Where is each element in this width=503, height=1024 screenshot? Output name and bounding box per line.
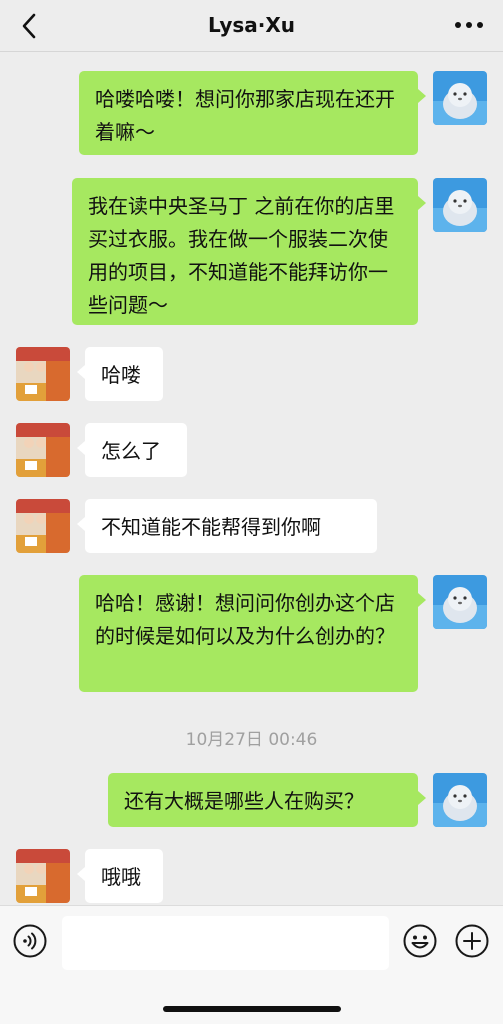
message-bubble-received[interactable]: 哈喽 <box>77 347 163 401</box>
chat-title: Lysa·Xu <box>207 13 296 37</box>
contact-avatar[interactable] <box>16 347 70 401</box>
ellipsis-icon[interactable] <box>453 14 485 36</box>
message-list[interactable]: 哈喽哈喽！想问你那家店现在还开着嘛～ 我在读中央圣马丁 之前在你的店里买过衣服。… <box>0 52 503 905</box>
my-avatar[interactable] <box>433 71 487 125</box>
message-bubble-sent[interactable]: 还有大概是哪些人在购买？ <box>108 773 426 827</box>
message-bubble-received[interactable]: 哦哦 <box>77 849 163 903</box>
voice-icon[interactable] <box>13 924 47 958</box>
message-bubble-received[interactable]: 怎么了 <box>77 423 187 477</box>
home-indicator <box>163 1006 341 1012</box>
message-bubble-sent[interactable]: 我在读中央圣马丁 之前在你的店里买过衣服。我在做一个服装二次使用的项目，不知道能… <box>72 178 426 325</box>
message-bubble-sent[interactable]: 哈喽哈喽！想问你那家店现在还开着嘛～ <box>79 71 426 155</box>
emoji-icon[interactable] <box>403 924 437 958</box>
plus-icon[interactable] <box>455 924 489 958</box>
contact-avatar[interactable] <box>16 499 70 553</box>
message-timestamp: 10月27日 00:46 <box>185 730 318 750</box>
my-avatar[interactable] <box>433 575 487 629</box>
my-avatar[interactable] <box>433 773 487 827</box>
contact-avatar[interactable] <box>16 423 70 477</box>
message-bubble-received[interactable]: 不知道能不能帮得到你啊 <box>77 499 377 553</box>
message-bubble-sent[interactable]: 哈哈！感谢！想问问你创办这个店的时候是如何以及为什么创办的？ <box>79 575 426 692</box>
message-input[interactable] <box>62 916 389 970</box>
chat-header: Lysa·Xu <box>0 0 503 52</box>
contact-avatar[interactable] <box>16 849 70 903</box>
my-avatar[interactable] <box>433 178 487 232</box>
